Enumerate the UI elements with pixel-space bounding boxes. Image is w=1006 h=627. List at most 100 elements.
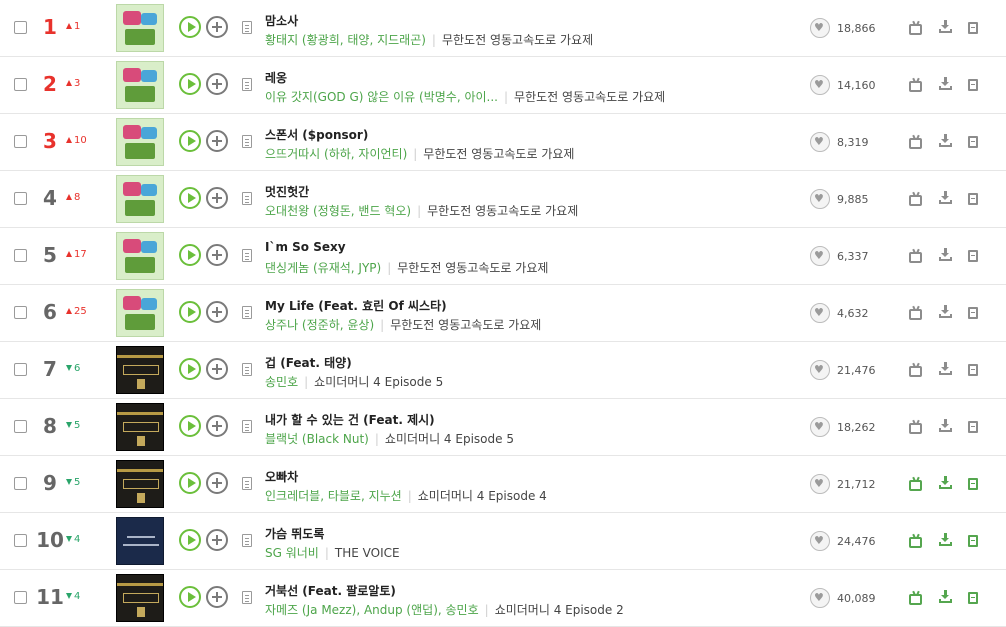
album-name[interactable]: 무한도전 영동고속도로 가요제 <box>397 261 548 275</box>
ringtone-icon[interactable] <box>968 307 978 319</box>
artist-name[interactable]: 오대천왕 (정형돈, 밴드 혁오) <box>265 204 411 218</box>
download-icon[interactable] <box>939 533 952 546</box>
play-icon[interactable] <box>179 472 201 494</box>
heart-icon[interactable]: ♥ <box>810 18 830 38</box>
album-name[interactable]: 쇼미더머니 4 Episode 5 <box>314 375 443 389</box>
artist-name[interactable]: 이유 갓지(GOD G) 않은 이유 (박명수, 아이... <box>265 90 498 104</box>
ringtone-icon[interactable] <box>968 250 978 262</box>
album-cover[interactable] <box>116 460 164 508</box>
play-icon[interactable] <box>179 301 201 323</box>
play-icon[interactable] <box>179 16 201 38</box>
mv-icon[interactable] <box>909 248 922 263</box>
ringtone-icon[interactable] <box>968 79 978 91</box>
album-cover[interactable] <box>116 4 164 52</box>
ringtone-icon[interactable] <box>968 421 978 433</box>
artist-name[interactable]: 댄싱게놈 (유재석, JYP) <box>265 261 381 275</box>
row-select-checkbox[interactable] <box>14 477 27 490</box>
artist-name[interactable]: 자메즈 (Ja Mezz), Andup (앤덥), 송민호 <box>265 603 479 617</box>
song-title[interactable]: 가슴 뛰도록 <box>265 525 324 542</box>
download-icon[interactable] <box>939 20 952 33</box>
heart-icon[interactable]: ♥ <box>810 132 830 152</box>
album-cover[interactable] <box>116 346 164 394</box>
song-title[interactable]: 오빠차 <box>265 468 298 485</box>
album-name[interactable]: 쇼미더머니 4 Episode 5 <box>385 432 514 446</box>
row-select-checkbox[interactable] <box>14 591 27 604</box>
song-title[interactable]: 멋진헛간 <box>265 183 309 200</box>
album-name[interactable]: 쇼미더머니 4 Episode 2 <box>495 603 624 617</box>
add-icon[interactable] <box>206 73 228 95</box>
album-name[interactable]: 무한도전 영동고속도로 가요제 <box>514 90 665 104</box>
play-icon[interactable] <box>179 529 201 551</box>
download-icon[interactable] <box>939 77 952 90</box>
ringtone-icon[interactable] <box>968 535 978 547</box>
album-cover[interactable] <box>116 175 164 223</box>
song-title[interactable]: 레옹 <box>265 69 287 86</box>
ringtone-icon[interactable] <box>968 592 978 604</box>
lyrics-icon[interactable] <box>242 477 252 490</box>
lyrics-icon[interactable] <box>242 78 252 91</box>
row-select-checkbox[interactable] <box>14 78 27 91</box>
album-cover[interactable] <box>116 118 164 166</box>
ringtone-icon[interactable] <box>968 22 978 34</box>
play-icon[interactable] <box>179 358 201 380</box>
download-icon[interactable] <box>939 305 952 318</box>
add-icon[interactable] <box>206 244 228 266</box>
download-icon[interactable] <box>939 248 952 261</box>
ringtone-icon[interactable] <box>968 193 978 205</box>
artist-name[interactable]: 송민호 <box>265 375 298 389</box>
heart-icon[interactable]: ♥ <box>810 189 830 209</box>
ringtone-icon[interactable] <box>968 364 978 376</box>
heart-icon[interactable]: ♥ <box>810 246 830 266</box>
ringtone-icon[interactable] <box>968 478 978 490</box>
mv-icon[interactable] <box>909 191 922 206</box>
play-icon[interactable] <box>179 73 201 95</box>
add-icon[interactable] <box>206 529 228 551</box>
add-icon[interactable] <box>206 586 228 608</box>
heart-icon[interactable]: ♥ <box>810 531 830 551</box>
play-icon[interactable] <box>179 187 201 209</box>
mv-icon[interactable] <box>909 362 922 377</box>
mv-icon[interactable] <box>909 590 922 605</box>
lyrics-icon[interactable] <box>242 534 252 547</box>
heart-icon[interactable]: ♥ <box>810 75 830 95</box>
mv-icon[interactable] <box>909 20 922 35</box>
add-icon[interactable] <box>206 187 228 209</box>
heart-icon[interactable]: ♥ <box>810 588 830 608</box>
album-name[interactable]: THE VOICE <box>335 546 400 560</box>
add-icon[interactable] <box>206 16 228 38</box>
album-cover[interactable] <box>116 403 164 451</box>
lyrics-icon[interactable] <box>242 21 252 34</box>
album-cover[interactable] <box>116 289 164 337</box>
song-title[interactable]: 맘소사 <box>265 12 298 29</box>
download-icon[interactable] <box>939 476 952 489</box>
album-cover[interactable] <box>116 232 164 280</box>
row-select-checkbox[interactable] <box>14 192 27 205</box>
add-icon[interactable] <box>206 415 228 437</box>
mv-icon[interactable] <box>909 305 922 320</box>
mv-icon[interactable] <box>909 476 922 491</box>
download-icon[interactable] <box>939 419 952 432</box>
lyrics-icon[interactable] <box>242 591 252 604</box>
add-icon[interactable] <box>206 301 228 323</box>
row-select-checkbox[interactable] <box>14 249 27 262</box>
song-title[interactable]: 스폰서 ($ponsor) <box>265 126 368 143</box>
download-icon[interactable] <box>939 362 952 375</box>
add-icon[interactable] <box>206 472 228 494</box>
heart-icon[interactable]: ♥ <box>810 474 830 494</box>
lyrics-icon[interactable] <box>242 420 252 433</box>
heart-icon[interactable]: ♥ <box>810 417 830 437</box>
album-cover[interactable] <box>116 574 164 622</box>
download-icon[interactable] <box>939 191 952 204</box>
play-icon[interactable] <box>179 415 201 437</box>
song-title[interactable]: I`m So Sexy <box>265 240 346 254</box>
album-name[interactable]: 무한도전 영동고속도로 가요제 <box>390 318 541 332</box>
row-select-checkbox[interactable] <box>14 363 27 376</box>
row-select-checkbox[interactable] <box>14 135 27 148</box>
artist-name[interactable]: 황태지 (황광희, 태양, 지드래곤) <box>265 33 426 47</box>
add-icon[interactable] <box>206 130 228 152</box>
song-title[interactable]: My Life (Feat. 효린 Of 씨스타) <box>265 297 447 314</box>
lyrics-icon[interactable] <box>242 249 252 262</box>
lyrics-icon[interactable] <box>242 306 252 319</box>
artist-name[interactable]: 상주나 (정준하, 윤상) <box>265 318 374 332</box>
song-title[interactable]: 거북선 (Feat. 팔로알토) <box>265 582 396 599</box>
